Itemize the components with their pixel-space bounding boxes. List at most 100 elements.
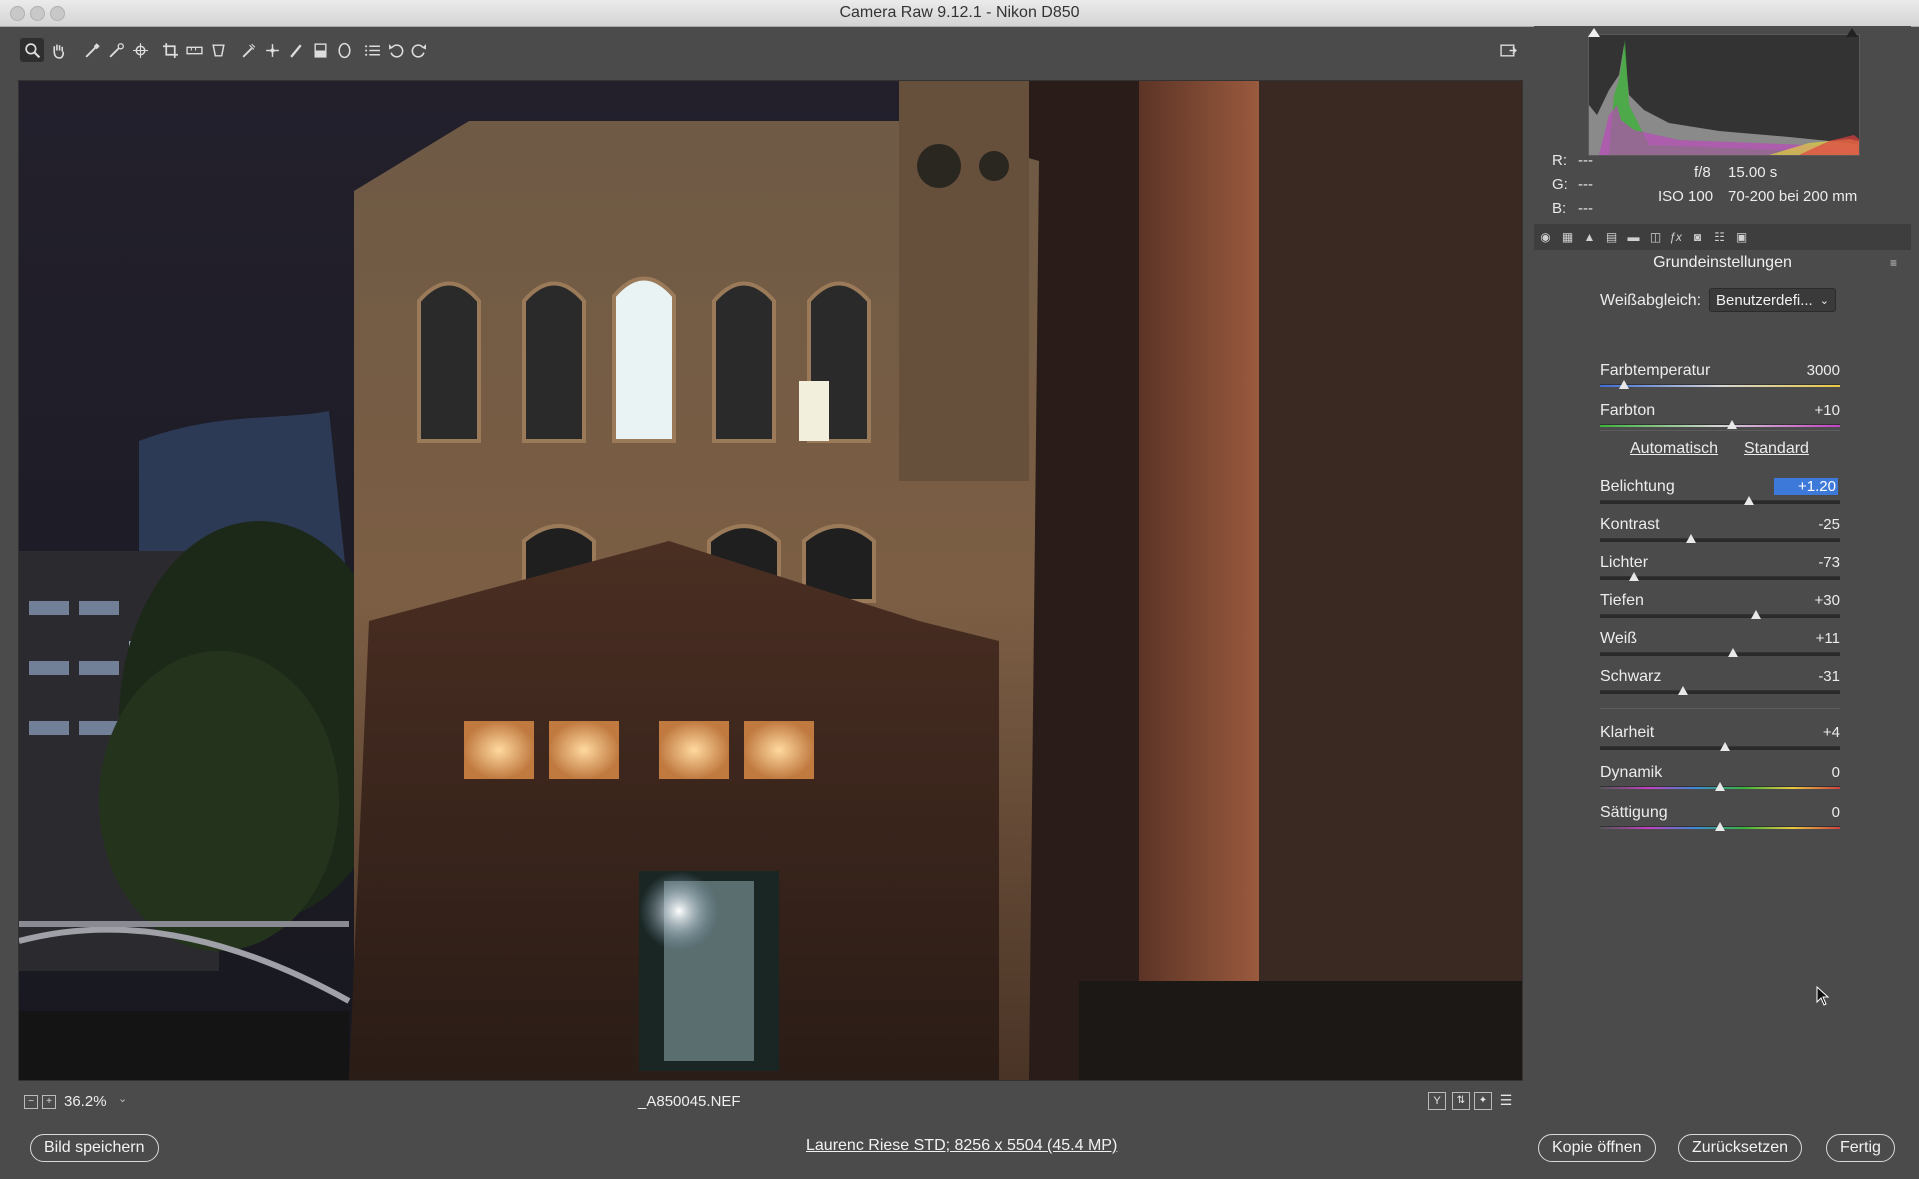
slider-value-schwarz[interactable]: -31: [1780, 668, 1840, 685]
slider-track-kontrast[interactable]: [1600, 538, 1840, 542]
toolbar: [16, 36, 1526, 66]
wb-label: Weißabgleich:: [1600, 292, 1702, 309]
hand-tool-icon[interactable]: [46, 38, 70, 62]
open-copy-button[interactable]: Kopie öffnen: [1538, 1134, 1656, 1162]
zoom-tool-icon[interactable]: [20, 38, 44, 62]
preview-status-row: − + 36.2% ⌄ _A850045.NEF Y ⇅ ✦ ☰: [18, 1090, 1521, 1116]
adjustment-brush-tool-icon[interactable]: [284, 38, 308, 62]
slider-value-farbtemperatur[interactable]: 3000: [1780, 362, 1840, 379]
slider-value-tiefen[interactable]: +30: [1780, 592, 1840, 609]
slider-track-tiefen[interactable]: [1600, 614, 1840, 618]
view-settings-icon[interactable]: ☰: [1498, 1092, 1514, 1108]
spot-removal-tool-icon[interactable]: [236, 38, 260, 62]
slider-label-klarheit: Klarheit: [1600, 724, 1655, 741]
split-toning-tab-icon[interactable]: ▬: [1626, 230, 1641, 244]
hsl-tab-icon[interactable]: ▤: [1604, 230, 1619, 244]
mouse-cursor-icon: [1816, 986, 1830, 1006]
panel-title: Grundeinstellungen: [1653, 254, 1792, 271]
default-tone-link[interactable]: Standard: [1744, 440, 1809, 458]
night-building-photo: [19, 81, 1522, 1080]
slider-thumb-dynamik[interactable]: [1715, 782, 1725, 791]
slider-label-wei-: Weiß: [1600, 630, 1638, 647]
copy-settings-icon[interactable]: ✦: [1474, 1092, 1492, 1110]
adjustments-panel: R: --- G: --- B: --- f/8 15.00 s ISO 100…: [1534, 26, 1911, 1118]
slider-thumb-kontrast[interactable]: [1686, 534, 1697, 543]
zoom-out-button[interactable]: −: [24, 1095, 38, 1109]
panel-menu-icon[interactable]: ≡: [1890, 256, 1897, 270]
slider-thumb-lichter[interactable]: [1628, 572, 1639, 581]
filename-label: _A850045.NEF: [638, 1093, 741, 1110]
zoom-in-button[interactable]: +: [42, 1095, 56, 1109]
slider-value-lichter[interactable]: -73: [1780, 554, 1840, 571]
effects-tab-icon[interactable]: ƒx: [1668, 230, 1683, 244]
zoom-level[interactable]: 36.2%: [64, 1093, 107, 1110]
crop-tool-icon[interactable]: [158, 38, 182, 62]
lens-corrections-tab-icon[interactable]: ◫: [1648, 230, 1663, 244]
slider-label-s-ttigung: Sättigung: [1600, 804, 1668, 821]
fullscreen-toggle-icon[interactable]: [1496, 38, 1520, 62]
auto-tone-link[interactable]: Automatisch: [1630, 440, 1718, 458]
histogram: [1588, 34, 1860, 156]
slider-thumb-klarheit[interactable]: [1719, 742, 1730, 751]
slider-thumb-wei-[interactable]: [1728, 648, 1739, 657]
window-title: Camera Raw 9.12.1 - Nikon D850: [839, 4, 1080, 21]
rotate-ccw-icon[interactable]: [384, 38, 408, 62]
presets-list-tool-icon[interactable]: [360, 38, 384, 62]
slider-label-belichtung: Belichtung: [1600, 478, 1675, 495]
done-button[interactable]: Fertig: [1826, 1134, 1895, 1162]
wb-dropdown[interactable]: Benutzerdefi... ⌄: [1709, 288, 1836, 312]
white-balance-tool-icon[interactable]: [80, 38, 104, 62]
shadow-clipping-warning-icon[interactable]: [1588, 28, 1600, 37]
detail-tab-icon[interactable]: ▲: [1582, 230, 1597, 244]
presets-tab-icon[interactable]: ☷: [1712, 230, 1727, 244]
snapshots-tab-icon[interactable]: ▣: [1734, 230, 1749, 244]
targeted-adjustment-tool-icon[interactable]: [128, 38, 152, 62]
straighten-tool-icon[interactable]: [182, 38, 206, 62]
save-image-button[interactable]: Bild speichern: [30, 1134, 159, 1162]
color-sampler-tool-icon[interactable]: [104, 38, 128, 62]
red-eye-tool-icon[interactable]: [260, 38, 284, 62]
before-after-view-icon[interactable]: Y: [1428, 1092, 1446, 1110]
slider-thumb-farbtemperatur[interactable]: [1619, 380, 1629, 389]
highlight-clipping-warning-icon[interactable]: [1846, 28, 1858, 37]
slider-value-wei-[interactable]: +11: [1780, 630, 1840, 647]
transform-tool-icon[interactable]: [206, 38, 230, 62]
graduated-filter-tool-icon[interactable]: [308, 38, 332, 62]
slider-label-schwarz: Schwarz: [1600, 668, 1662, 685]
slider-track-belichtung[interactable]: [1600, 500, 1840, 504]
image-preview[interactable]: [18, 80, 1523, 1081]
slider-thumb-belichtung[interactable]: [1743, 496, 1754, 505]
slider-track-farbtemperatur[interactable]: [1600, 384, 1840, 387]
slider-thumb-schwarz[interactable]: [1677, 686, 1688, 695]
rotate-cw-icon[interactable]: [406, 38, 430, 62]
slider-track-wei-[interactable]: [1600, 652, 1840, 656]
slider-label-dynamik: Dynamik: [1600, 764, 1663, 781]
basic-tab-icon[interactable]: ◉: [1538, 230, 1553, 244]
slider-track-farbton[interactable]: [1600, 424, 1840, 427]
radial-filter-tool-icon[interactable]: [332, 38, 356, 62]
slider-value-dynamik[interactable]: 0: [1780, 764, 1840, 781]
slider-value-klarheit[interactable]: +4: [1780, 724, 1840, 741]
camera-calibration-tab-icon[interactable]: ◙: [1690, 230, 1705, 244]
slider-value-kontrast[interactable]: -25: [1780, 516, 1840, 533]
g-label: G:: [1552, 176, 1568, 193]
chevron-down-icon: ⌄: [1819, 295, 1829, 307]
iso-value: ISO 100: [1658, 188, 1714, 205]
slider-value-s-ttigung[interactable]: 0: [1780, 804, 1840, 821]
tone-curve-tab-icon[interactable]: ▦: [1560, 230, 1575, 244]
slider-label-farbtemperatur: Farbtemperatur: [1600, 362, 1711, 379]
b-value: ---: [1578, 200, 1593, 217]
aperture-value: f/8: [1694, 164, 1711, 181]
slider-value-belichtung[interactable]: +1.20: [1774, 478, 1838, 495]
shutter-value: 15.00 s: [1728, 164, 1778, 181]
slider-value-farbton[interactable]: +10: [1780, 402, 1840, 419]
reset-button[interactable]: Zurücksetzen: [1678, 1134, 1803, 1162]
slider-thumb-s-ttigung[interactable]: [1715, 822, 1725, 831]
slider-track-schwarz[interactable]: [1600, 690, 1840, 694]
slider-thumb-farbton[interactable]: [1727, 420, 1737, 429]
zoom-dropdown-icon[interactable]: ⌄: [118, 1092, 127, 1105]
swap-settings-icon[interactable]: ⇅: [1452, 1092, 1470, 1110]
slider-thumb-tiefen[interactable]: [1751, 610, 1761, 619]
workflow-options-link[interactable]: Laurenc Riese STD; 8256 x 5504 (45.4 MP): [806, 1137, 1117, 1155]
slider-label-farbton: Farbton: [1600, 402, 1656, 419]
